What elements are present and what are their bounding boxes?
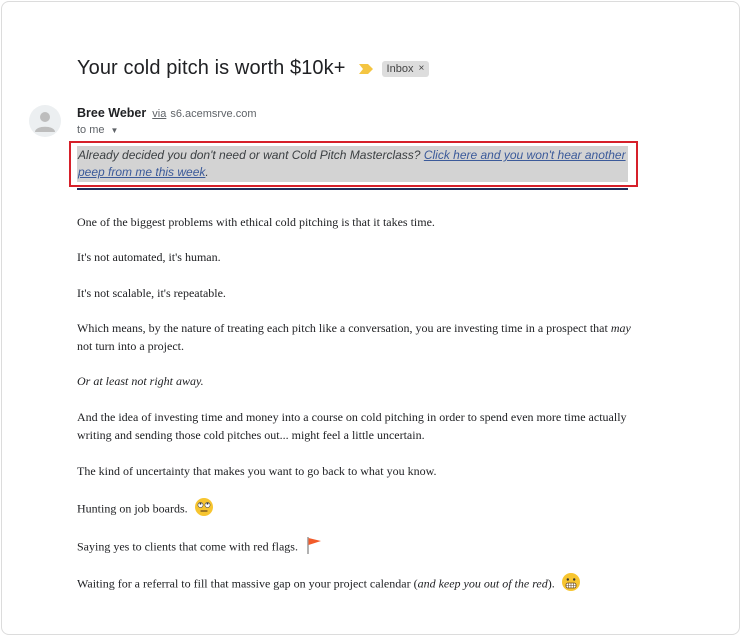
- body-paragraph-6: And the idea of investing time and money…: [77, 410, 627, 442]
- body-paragraph-7: The kind of uncertainty that makes you w…: [77, 464, 437, 478]
- via-link[interactable]: via: [152, 108, 166, 120]
- annotation-highlight-box: [69, 141, 638, 187]
- paragraph-9-text: Saying yes to clients that come with red…: [77, 539, 298, 554]
- paragraph-4-emphasis: may: [610, 321, 631, 335]
- body-paragraph-10: Waiting for a referral to fill that mass…: [77, 572, 637, 597]
- body-paragraph-5: Or at least not right away.: [77, 374, 204, 388]
- remove-label-icon[interactable]: ×: [418, 63, 424, 74]
- paragraph-10-emphasis: and keep you out of the red: [417, 576, 548, 591]
- show-details-caret-icon[interactable]: ▼: [111, 126, 119, 135]
- email-subject: Your cold pitch is worth $10k+: [77, 57, 346, 79]
- body-paragraph-8: Hunting on job boards.: [77, 497, 637, 522]
- paragraph-4-text-b: not turn into a project.: [77, 339, 184, 353]
- paragraph-10-text-a: Waiting for a referral to fill that mass…: [77, 576, 418, 591]
- red-flag-emoji-icon: [304, 535, 324, 560]
- paragraph-8-text: Hunting on job boards.: [77, 501, 188, 516]
- recipient-row: to me ▼: [77, 124, 118, 136]
- sender-avatar-icon[interactable]: [29, 105, 61, 137]
- email-window: Your cold pitch is worth $10k+ Inbox × B…: [1, 1, 740, 635]
- recipient-text: to me: [77, 124, 105, 136]
- importance-marker-icon[interactable]: [358, 63, 374, 75]
- body-paragraph-9: Saying yes to clients that come with red…: [77, 535, 637, 560]
- paragraph-10-text-b: ).: [547, 576, 555, 591]
- sender-row: Bree Weber via s6.acemsrve.com: [77, 106, 257, 120]
- body-paragraph-3: It's not scalable, it's repeatable.: [77, 286, 226, 300]
- body-paragraph-4: Which means, by the nature of treating e…: [77, 319, 637, 355]
- inbox-label-text: Inbox: [386, 62, 414, 75]
- sender-domain: s6.acemsrve.com: [170, 108, 257, 120]
- sender-name[interactable]: Bree Weber: [77, 106, 146, 120]
- header-divider: [77, 188, 628, 190]
- body-paragraph-2: It's not automated, it's human.: [77, 250, 221, 264]
- grimacing-emoji-icon: [561, 572, 581, 597]
- subject-row: Your cold pitch is worth $10k+ Inbox ×: [77, 57, 430, 80]
- eye-roll-emoji-icon: [194, 497, 214, 522]
- paragraph-4-text-a: Which means, by the nature of treating e…: [77, 321, 611, 335]
- body-paragraph-1: One of the biggest problems with ethical…: [77, 215, 435, 229]
- inbox-label-chip: Inbox ×: [381, 60, 430, 77]
